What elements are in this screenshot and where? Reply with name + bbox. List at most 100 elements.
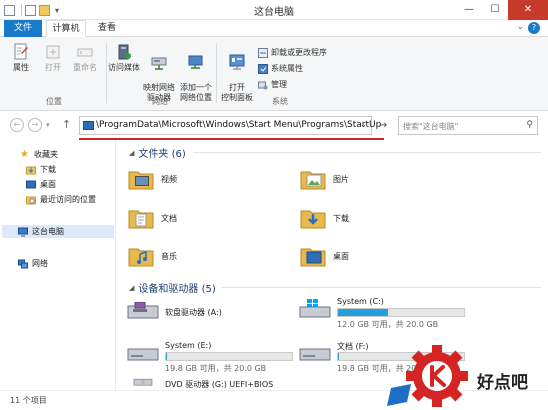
map-network-drive-button[interactable]: 映射网络 驱动器 (142, 41, 176, 103)
documents-folder-icon (128, 210, 154, 229)
drives-group-divider (221, 287, 541, 288)
drive-name: 文档 (F:) (337, 342, 369, 351)
ribbon-expand-icon[interactable]: ⌄ (516, 22, 524, 32)
video-folder-icon (128, 171, 154, 190)
network-icon (18, 259, 28, 268)
ribbon-separator (216, 43, 217, 103)
star-icon: ★ (20, 148, 29, 160)
title-bar: ▾ 这台电脑 — ☐ ✕ (0, 0, 548, 20)
properties-icon (14, 43, 28, 60)
folder-item[interactable]: 桌面 (299, 242, 349, 270)
control-panel-icon (229, 54, 245, 70)
drive-item[interactable]: System (C:) 12.0 GB 可用，共 20.0 GB (299, 297, 479, 331)
add-network-location-button[interactable]: 添加一个 网络位置 (178, 41, 214, 103)
search-input[interactable]: 搜索"这台电脑" ⚲ (398, 116, 538, 135)
drive-item[interactable]: DVD 驱动器 (G:) UEFI+BIOS (127, 378, 327, 390)
collapse-chevron-icon[interactable]: ◢ (129, 284, 134, 292)
rename-button[interactable]: 重命名 (68, 41, 102, 73)
drive-usage-fill (338, 353, 340, 360)
recent-places-icon (26, 196, 36, 204)
close-button[interactable]: ✕ (508, 0, 548, 20)
collapse-chevron-icon[interactable]: ◢ (129, 149, 134, 157)
ribbon-tabs: 文件 计算机 查看 (0, 20, 548, 37)
nav-item-favorites[interactable]: ★ 收藏夹 (20, 148, 58, 161)
manage-button[interactable]: 管理 (258, 79, 287, 90)
nav-item-recent[interactable]: 最近访问的位置 (26, 193, 96, 206)
floppy-drive-icon (127, 302, 159, 319)
ribbon-separator (106, 43, 107, 103)
computer-icon (18, 227, 28, 236)
drive-usage-bar (337, 308, 465, 317)
open-control-panel-button[interactable]: 打开 控制面板 (220, 41, 254, 103)
desktop-icon (26, 180, 36, 188)
drive-size: 19.8 GB 可用，共 20.0 GB (165, 364, 267, 373)
drive-usage-bar (165, 352, 293, 361)
folders-group-divider (193, 152, 541, 153)
properties-button[interactable]: 属性 (6, 41, 36, 73)
ribbon-group-network-label: 网络 (152, 97, 168, 106)
uninstall-icon (258, 47, 268, 58)
uninstall-programs-button[interactable]: 卸载或更改程序 (258, 47, 327, 58)
watermark-logo: 好点吧 (385, 340, 548, 410)
desktop-folder-icon (300, 248, 326, 267)
maximize-button[interactable]: ☐ (482, 0, 508, 20)
search-icon: ⚲ (526, 120, 533, 130)
drive-name: 软盘驱动器 (A:) (165, 308, 222, 317)
drives-group-header[interactable]: ◢ 设备和驱动器 (5) (129, 280, 216, 296)
watermark-text: 好点吧 (477, 373, 528, 393)
search-placeholder: 搜索"这台电脑" (403, 122, 459, 131)
network-drive-icon (151, 57, 167, 70)
drive-size: 12.0 GB 可用，共 20.0 GB (337, 320, 439, 329)
tab-computer[interactable]: 计算机 (46, 20, 86, 37)
up-button[interactable]: ↑ (62, 118, 71, 132)
drive-name: System (E:) (165, 341, 212, 350)
folder-item[interactable]: 文档 (127, 204, 177, 232)
rename-icon (77, 48, 93, 57)
folder-item[interactable]: 下载 (299, 204, 349, 232)
drive-item[interactable]: 软盘驱动器 (A:) (127, 300, 297, 332)
tab-view[interactable]: 查看 (92, 20, 122, 37)
music-folder-icon (128, 248, 154, 267)
system-properties-button[interactable]: 系统属性 (258, 63, 303, 74)
ribbon-group-network: 访问媒体 映射网络 驱动器 添加一个 网络位置 网络 (108, 41, 212, 109)
folder-item[interactable]: 图片 (299, 165, 349, 193)
access-media-button[interactable]: 访问媒体 (108, 41, 140, 73)
ribbon-group-location: 属性 打开 重命名 位置 (4, 41, 104, 109)
open-button[interactable]: 打开 (38, 41, 68, 73)
drive-name: System (C:) (337, 297, 384, 306)
open-icon (46, 45, 60, 59)
hard-drive-icon (127, 348, 159, 361)
media-server-icon (118, 44, 131, 60)
nav-item-this-pc[interactable]: 这台电脑 (2, 225, 114, 238)
drive-usage-fill (338, 309, 389, 316)
network-location-icon (188, 55, 203, 69)
folders-group-header[interactable]: ◢ 文件夹 (6) (129, 145, 186, 161)
tab-file[interactable]: 文件 (4, 20, 42, 37)
nav-item-desktop[interactable]: 桌面 (26, 178, 56, 191)
windows-drive-icon (299, 299, 331, 318)
folder-item[interactable]: 音乐 (127, 242, 177, 270)
address-row: ← → ▾ ↑ \ProgramData\Microsoft\Windows\S… (0, 112, 548, 140)
pictures-folder-icon (300, 171, 326, 190)
address-dropdown-icon[interactable]: ⌄ (360, 120, 367, 129)
hard-drive-icon (299, 348, 331, 361)
nav-item-downloads[interactable]: 下载 (26, 163, 56, 176)
drive-usage-fill (166, 353, 168, 360)
downloads-icon (26, 166, 36, 174)
forward-button[interactable]: → (28, 118, 42, 132)
drive-item[interactable]: System (E:) 19.8 GB 可用，共 20.0 GB (127, 341, 307, 375)
ribbon-group-system-label: 系统 (272, 97, 288, 106)
system-properties-icon (258, 63, 268, 74)
recent-locations-dropdown-icon[interactable]: ▾ (46, 121, 50, 129)
folder-item[interactable]: 视频 (127, 165, 177, 193)
go-button[interactable]: → (375, 117, 391, 134)
address-bar[interactable]: \ProgramData\Microsoft\Windows\Start Men… (79, 116, 381, 135)
ribbon-group-system: 打开 控制面板 卸载或更改程序 系统属性 管理 系统 (218, 41, 342, 109)
help-icon[interactable]: ? (528, 22, 540, 34)
item-count: 11 个项目 (10, 396, 47, 405)
navigation-pane: ★ 收藏夹 下载 桌面 最近访问的位置 这台电脑 网络 (0, 140, 116, 390)
downloads-folder-icon (300, 210, 326, 229)
back-button[interactable]: ← (10, 118, 24, 132)
minimize-button[interactable]: — (456, 0, 482, 20)
nav-item-network[interactable]: 网络 (18, 257, 48, 270)
